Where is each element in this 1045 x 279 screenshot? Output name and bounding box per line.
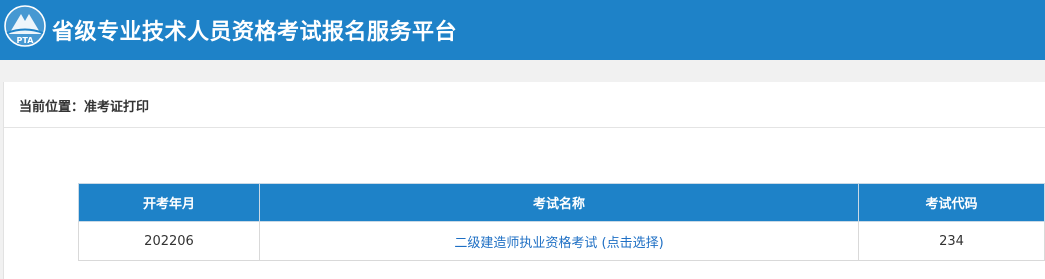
exam-select-link[interactable]: 二级建造师执业资格考试 (点击选择) — [454, 236, 663, 251]
column-header-exam-month: 开考年月 — [78, 183, 260, 222]
exam-month-cell: 202206 — [78, 221, 260, 261]
site-header: PTA 省级专业技术人员资格考试报名服务平台 — [0, 0, 1045, 60]
column-header-exam-name: 考试名称 — [259, 183, 859, 222]
site-title: 省级专业技术人员资格考试报名服务平台 — [52, 20, 458, 45]
table-header-row: 开考年月 考试名称 考试代码 — [78, 183, 1045, 222]
table-row: 202206 二级建造师执业资格考试 (点击选择) 234 — [78, 221, 1045, 261]
pta-logo-icon: PTA — [4, 5, 46, 47]
breadcrumb-divider — [4, 127, 1045, 128]
breadcrumb-current: 准考证打印 — [84, 100, 150, 115]
column-header-exam-code: 考试代码 — [858, 183, 1045, 222]
logo-text: PTA — [17, 36, 35, 45]
breadcrumb: 当前位置：准考证打印 — [19, 96, 149, 115]
content-panel: 当前位置：准考证打印 开考年月 考试名称 考试代码 202206 二级建造师执业… — [3, 82, 1045, 279]
exam-name-cell: 二级建造师执业资格考试 (点击选择) — [259, 221, 859, 261]
breadcrumb-label: 当前位置： — [19, 100, 85, 115]
exam-code-cell: 234 — [858, 221, 1045, 261]
exam-table: 开考年月 考试名称 考试代码 202206 二级建造师执业资格考试 (点击选择)… — [78, 183, 1045, 261]
